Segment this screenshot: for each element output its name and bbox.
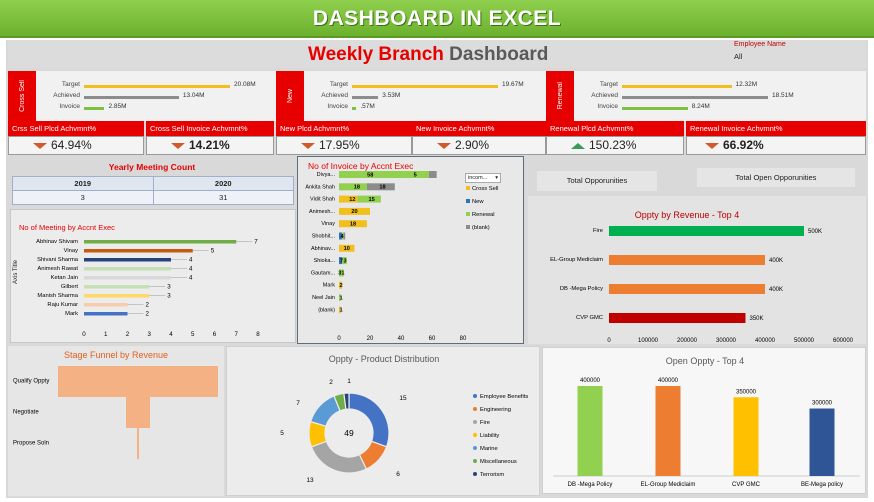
section-row-label: Achieved: [321, 92, 348, 99]
open-oppty-value-label: 350000: [736, 389, 757, 395]
section-row-bar: [84, 107, 105, 110]
section-row-bar: [622, 107, 688, 110]
open-oppty-category-label: DB -Mega Policy: [568, 482, 613, 488]
section-row-value: 2.85M: [108, 103, 127, 110]
open-oppty-bar: [577, 386, 603, 476]
section-row-value: 12.32M: [735, 81, 758, 88]
open-oppty-chart: 400000 DB -Mega Policy 400000 EL-Group Medi…: [553, 378, 860, 488]
kpi-value: 64.94%: [51, 138, 92, 152]
section-row-label: Target: [329, 81, 348, 88]
kpi-label-5: Renewal Invoice Achvmnt%: [686, 121, 866, 136]
trend-down-icon: [33, 142, 47, 149]
open-oppty-bar: [809, 408, 835, 476]
section-row-bar: [622, 96, 768, 99]
section-row-bar: [84, 96, 179, 99]
kpi-value-box-4: 150.23%: [546, 136, 684, 155]
section-row-label: Invoice: [327, 103, 348, 110]
section-row-value: 20.08M: [234, 81, 256, 88]
kpi-value: 150.23%: [589, 138, 637, 152]
section-row-label: Achieved: [53, 92, 80, 99]
kpi-value: 17.95%: [319, 138, 360, 152]
kpi-value-box-0: 64.94%: [8, 136, 144, 155]
trend-down-icon: [171, 142, 185, 149]
section-row-label: Achieved: [591, 92, 618, 99]
section-row-bar: [352, 107, 357, 110]
kpi-value-box-2: 17.95%: [276, 136, 412, 155]
section-tab-0: Cross Sell: [8, 71, 36, 121]
section-row-label: Invoice: [597, 103, 618, 110]
section-row-value: .57M: [360, 103, 375, 110]
kpi-value: 66.92%: [723, 138, 764, 152]
section-row-value: 13.04M: [182, 92, 205, 99]
kpi-label-0: Crss Sell Plcd Achvmnt%: [8, 121, 144, 136]
section-row-value: 8.24M: [691, 103, 710, 110]
kpi-label-3: New Invoice Achvmnt%: [412, 121, 546, 136]
section-name: Cross Sell: [18, 80, 26, 112]
kpi-value-box-3: 2.90%: [412, 136, 546, 155]
section-row-value: 18.51M: [772, 92, 794, 99]
open-oppty-category-label: BE-Mega policy: [801, 482, 843, 488]
open-oppty-value-label: 400000: [580, 378, 601, 384]
open-oppty-bar: [655, 386, 681, 476]
section-row-bar: [622, 85, 732, 88]
kpi-value: 2.90%: [455, 138, 490, 152]
open-oppty-category-label: CVP GMC: [732, 482, 761, 488]
open-oppty-value-label: 300000: [812, 401, 833, 407]
kpi-label-1: Cross Sell Invoice Achvmnt%: [146, 121, 274, 136]
open-oppty-category-label: EL-Group Mediclaim: [641, 482, 696, 488]
section-tab-2: Renewal: [546, 71, 574, 121]
section-row-label: Invoice: [59, 103, 80, 110]
section-row-label: Target: [61, 81, 80, 88]
section-row-label: Target: [599, 81, 618, 88]
kpi-value-box-1: 14.21%: [146, 136, 274, 155]
section-row-value: 19.67M: [502, 81, 524, 88]
kpi-value-box-5: 66.92%: [686, 136, 866, 155]
trend-down-icon: [301, 142, 315, 149]
kpi-label-2: New Plcd Achvmnt%: [276, 121, 412, 136]
section-row-bar: [352, 96, 379, 99]
section-row-bar: [352, 85, 498, 88]
kpi-value: 14.21%: [189, 138, 230, 152]
section-row-value: 3.53M: [382, 92, 401, 99]
open-oppty-bar: [733, 397, 759, 476]
section-name: New: [286, 88, 294, 103]
trend-down-icon: [437, 142, 451, 149]
section-row-bar: [84, 85, 230, 88]
trend-up-icon: [571, 142, 585, 149]
kpi-label-4: Renewal Plcd Achvmnt%: [546, 121, 684, 136]
section-tab-1: New: [276, 71, 304, 121]
trend-down-icon: [705, 142, 719, 149]
open-oppty-value-label: 400000: [658, 378, 679, 384]
section-name: Renewal: [556, 82, 564, 110]
